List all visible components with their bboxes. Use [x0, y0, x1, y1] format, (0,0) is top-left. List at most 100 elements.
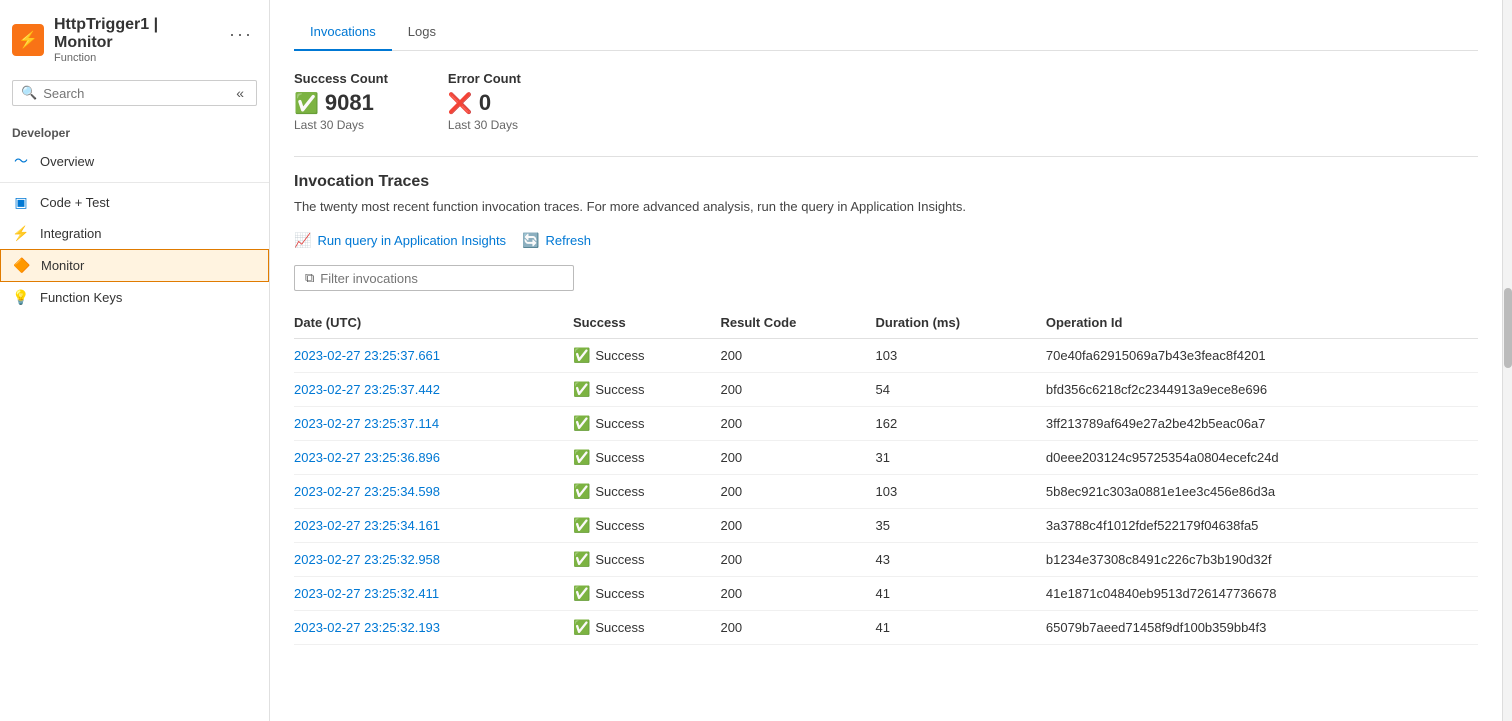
- col-header-operation-id: Operation Id: [1046, 307, 1478, 339]
- table-row: 2023-02-27 23:25:37.661 ✅Success 200 103…: [294, 339, 1478, 373]
- cell-duration: 162: [876, 407, 1046, 441]
- success-text: Success: [595, 416, 644, 431]
- cell-success: ✅ Success: [573, 577, 721, 611]
- cell-result-code: 200: [720, 509, 875, 543]
- success-text: Success: [595, 450, 644, 465]
- cell-date[interactable]: 2023-02-27 23:25:32.958: [294, 543, 573, 577]
- success-count-label: Success Count: [294, 71, 388, 86]
- sidebar-nav: 〜 Overview ▣ Code + Test ⚡ Integration 🔶…: [0, 144, 269, 313]
- developer-section-label: Developer: [0, 118, 269, 144]
- cell-duration: 54: [876, 373, 1046, 407]
- cell-success: ✅Success: [573, 441, 721, 475]
- cell-date[interactable]: 2023-02-27 23:25:37.114: [294, 407, 573, 441]
- cell-operation-id: 5b8ec921c303a0881e1ee3c456e86d3a: [1046, 475, 1478, 509]
- table-body: 2023-02-27 23:25:37.661 ✅Success 200 103…: [294, 339, 1478, 645]
- error-icon: ❌: [448, 91, 473, 116]
- sidebar-item-label-integration: Integration: [40, 226, 101, 241]
- scrollbar-thumb[interactable]: [1504, 288, 1512, 368]
- action-row: 📈 Run query in Application Insights 🔄 Re…: [294, 228, 1478, 253]
- success-check-icon: ✅: [573, 415, 590, 432]
- error-count-block: Error Count ❌ 0 Last 30 Days: [448, 71, 521, 132]
- cell-date[interactable]: 2023-02-27 23:25:32.193: [294, 611, 573, 645]
- cell-result-code: 200: [720, 441, 875, 475]
- success-icon: ✅: [294, 91, 319, 116]
- success-check-icon: ✅: [573, 381, 590, 398]
- cell-operation-id: 41e1871c04840eb9513d726147736678: [1046, 577, 1478, 611]
- search-box[interactable]: 🔍 «: [12, 80, 257, 106]
- sidebar: ⚡ HttpTrigger1 | Monitor ··· Function 🔍 …: [0, 0, 270, 721]
- col-header-result-code: Result Code: [720, 307, 875, 339]
- sidebar-item-label-function-keys: Function Keys: [40, 290, 122, 305]
- cell-duration: 43: [876, 543, 1046, 577]
- cell-date[interactable]: 2023-02-27 23:25:34.598: [294, 475, 573, 509]
- sidebar-item-integration[interactable]: ⚡ Integration: [0, 218, 269, 249]
- tabs-bar: Invocations Logs: [294, 16, 1478, 51]
- invocation-traces-desc: The twenty most recent function invocati…: [294, 199, 1478, 214]
- overview-icon: 〜: [12, 151, 30, 171]
- sidebar-item-monitor[interactable]: 🔶 Monitor: [0, 249, 269, 282]
- cell-duration: 35: [876, 509, 1046, 543]
- cell-success: ✅ Success: [573, 339, 721, 373]
- more-options-button[interactable]: ···: [225, 24, 257, 45]
- sidebar-item-label-monitor: Monitor: [41, 258, 84, 273]
- refresh-button[interactable]: 🔄 Refresh: [522, 228, 591, 253]
- success-text: Success: [595, 586, 644, 601]
- sidebar-item-code-test[interactable]: ▣ Code + Test: [0, 187, 269, 218]
- cell-date[interactable]: 2023-02-27 23:25:37.661: [294, 339, 573, 373]
- run-query-button[interactable]: 📈 Run query in Application Insights: [294, 228, 506, 253]
- integration-icon: ⚡: [12, 225, 30, 242]
- cell-operation-id: 70e40fa62915069a7b43e3feac8f4201: [1046, 339, 1478, 373]
- sidebar-item-overview[interactable]: 〜 Overview: [0, 144, 269, 178]
- filter-invocations-wrap[interactable]: ⧉: [294, 265, 574, 291]
- app-subtitle: Function: [54, 52, 257, 64]
- success-check-icon: ✅: [573, 347, 590, 364]
- cell-success: ✅ Success: [573, 475, 721, 509]
- table-row: 2023-02-27 23:25:32.958 ✅Success 200 43 …: [294, 543, 1478, 577]
- search-input[interactable]: [43, 86, 226, 101]
- error-count-label: Error Count: [448, 71, 521, 86]
- table-row: 2023-02-27 23:25:34.161 ✅Success 200 35 …: [294, 509, 1478, 543]
- collapse-sidebar-button[interactable]: «: [232, 85, 248, 101]
- filter-invocations-input[interactable]: [320, 271, 563, 286]
- success-text: Success: [595, 348, 644, 363]
- monitor-icon: 🔶: [13, 257, 31, 274]
- tab-invocations[interactable]: Invocations: [294, 16, 392, 51]
- app-header: ⚡ HttpTrigger1 | Monitor ··· Function: [0, 8, 269, 76]
- cell-success: ✅Success: [573, 611, 721, 645]
- cell-operation-id: d0eee203124c95725354a0804ecefc24d: [1046, 441, 1478, 475]
- tab-logs[interactable]: Logs: [392, 16, 452, 51]
- cell-date[interactable]: 2023-02-27 23:25:36.896: [294, 441, 573, 475]
- invocation-traces-title: Invocation Traces: [294, 173, 1478, 191]
- success-count-sub: Last 30 Days: [294, 118, 388, 132]
- scrollbar-track[interactable]: [1502, 0, 1512, 721]
- refresh-label: Refresh: [546, 233, 592, 248]
- table-row: 2023-02-27 23:25:37.442 ✅Success 200 54 …: [294, 373, 1478, 407]
- invocations-table: Date (UTC) Success Result Code Duration …: [294, 307, 1478, 645]
- success-text: Success: [595, 620, 644, 635]
- col-header-success: Success: [573, 307, 721, 339]
- cell-result-code: 200: [720, 475, 875, 509]
- table-row: 2023-02-27 23:25:37.114 ✅ Success 200 162…: [294, 407, 1478, 441]
- success-check-icon: ✅: [573, 551, 590, 568]
- cell-result-code: 200: [720, 407, 875, 441]
- cell-result-code: 200: [720, 339, 875, 373]
- success-text: Success: [595, 518, 644, 533]
- cell-operation-id: 3ff213789af649e27a2be42b5eac06a7: [1046, 407, 1478, 441]
- cell-operation-id: 3a3788c4f1012fdef522179f04638fa5: [1046, 509, 1478, 543]
- success-text: Success: [595, 484, 644, 499]
- sidebar-item-function-keys[interactable]: 💡 Function Keys: [0, 282, 269, 313]
- cell-duration: 41: [876, 611, 1046, 645]
- success-count-block: Success Count ✅ 9081 Last 30 Days: [294, 71, 388, 132]
- cell-date[interactable]: 2023-02-27 23:25:34.161: [294, 509, 573, 543]
- success-check-icon: ✅: [573, 585, 590, 602]
- function-keys-icon: 💡: [12, 289, 30, 306]
- success-check-icon: ✅: [573, 483, 590, 500]
- error-count-sub: Last 30 Days: [448, 118, 521, 132]
- success-text: Success: [595, 552, 644, 567]
- cell-date[interactable]: 2023-02-27 23:25:32.411: [294, 577, 573, 611]
- cell-date[interactable]: 2023-02-27 23:25:37.442: [294, 373, 573, 407]
- cell-result-code: 200: [720, 577, 875, 611]
- success-count-value: 9081: [325, 90, 374, 116]
- cell-success: ✅Success: [573, 373, 721, 407]
- cell-result-code: 200: [720, 373, 875, 407]
